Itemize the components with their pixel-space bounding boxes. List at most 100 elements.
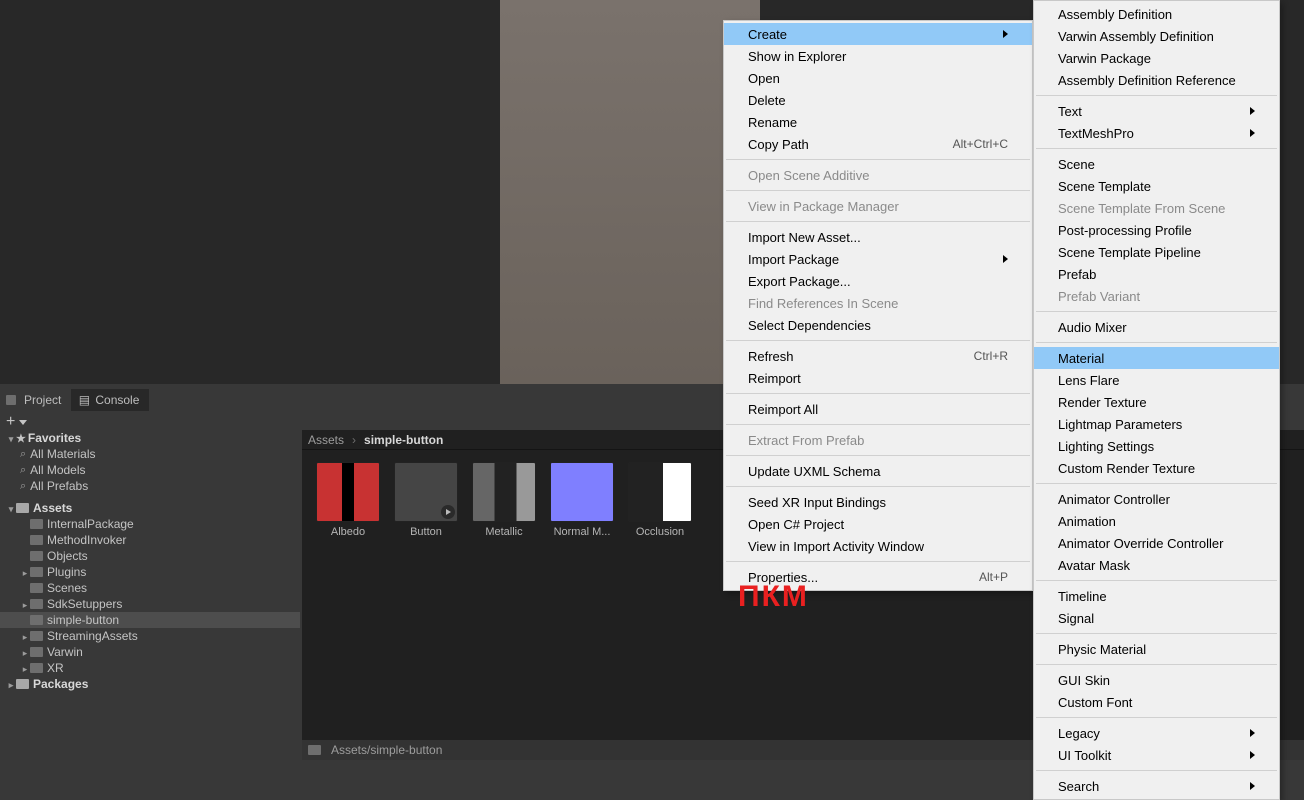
menu-item-audio-mixer[interactable]: Audio Mixer	[1034, 316, 1279, 338]
menu-item-timeline[interactable]: Timeline	[1034, 585, 1279, 607]
menu-item-assembly-definition[interactable]: Assembly Definition	[1034, 3, 1279, 25]
menu-item-reimport[interactable]: Reimport	[724, 367, 1032, 389]
folder-item-scenes[interactable]: Scenes	[0, 580, 300, 596]
menu-item-lighting-settings[interactable]: Lighting Settings	[1034, 435, 1279, 457]
panel-tabbar: Project ▤ Console	[0, 389, 149, 411]
menu-item-legacy[interactable]: Legacy	[1034, 722, 1279, 744]
menu-item-delete[interactable]: Delete	[724, 89, 1032, 111]
folder-item-sdksetuppers[interactable]: SdkSetuppers	[0, 596, 300, 612]
tree-label: All Prefabs	[30, 479, 88, 493]
folder-item-streamingassets[interactable]: StreamingAssets	[0, 628, 300, 644]
menu-item-textmeshpro[interactable]: TextMeshPro	[1034, 122, 1279, 144]
folder-item-methodinvoker[interactable]: MethodInvoker	[0, 532, 300, 548]
menu-item-label: Prefab Variant	[1058, 289, 1140, 304]
folder-item-xr[interactable]: XR	[0, 660, 300, 676]
folder-icon	[30, 519, 43, 529]
asset-occlusion[interactable]: Occlusion	[628, 462, 692, 538]
menu-item-render-texture[interactable]: Render Texture	[1034, 391, 1279, 413]
tree-label: All Models	[30, 463, 85, 477]
menu-item-gui-skin[interactable]: GUI Skin	[1034, 669, 1279, 691]
asset-metallic[interactable]: Metallic	[472, 462, 536, 538]
tab-project[interactable]: Project	[0, 389, 71, 411]
menu-item-custom-font[interactable]: Custom Font	[1034, 691, 1279, 713]
menu-item-open-c-project[interactable]: Open C# Project	[724, 513, 1032, 535]
menu-item-animation[interactable]: Animation	[1034, 510, 1279, 532]
favorites-item[interactable]: ⌕All Models	[0, 462, 300, 478]
menu-item-open[interactable]: Open	[724, 67, 1032, 89]
menu-item-label: Extract From Prefab	[748, 433, 864, 448]
menu-item-post-processing-profile[interactable]: Post-processing Profile	[1034, 219, 1279, 241]
breadcrumb-root[interactable]: Assets	[308, 433, 344, 447]
menu-item-search[interactable]: Search	[1034, 775, 1279, 797]
folder-item-plugins[interactable]: Plugins	[0, 564, 300, 580]
menu-item-reimport-all[interactable]: Reimport All	[724, 398, 1032, 420]
menu-item-scene-template-pipeline[interactable]: Scene Template Pipeline	[1034, 241, 1279, 263]
menu-item-seed-xr-input-bindings[interactable]: Seed XR Input Bindings	[724, 491, 1032, 513]
menu-item-select-dependencies[interactable]: Select Dependencies	[724, 314, 1032, 336]
menu-item-refresh[interactable]: RefreshCtrl+R	[724, 345, 1032, 367]
favorites-item[interactable]: ⌕All Materials	[0, 446, 300, 462]
tree-label: Scenes	[47, 581, 87, 595]
menu-item-varwin-package[interactable]: Varwin Package	[1034, 47, 1279, 69]
add-dropdown-icon[interactable]	[19, 420, 27, 425]
menu-item-lens-flare[interactable]: Lens Flare	[1034, 369, 1279, 391]
statusbar-path: Assets/simple-button	[331, 743, 442, 757]
menu-item-physic-material[interactable]: Physic Material	[1034, 638, 1279, 660]
folder-icon	[30, 551, 43, 561]
chevron-right-icon	[1250, 107, 1255, 115]
folder-icon	[30, 647, 43, 657]
favorites-header[interactable]: ★ Favorites	[0, 430, 300, 446]
menu-item-scene-template[interactable]: Scene Template	[1034, 175, 1279, 197]
menu-item-lightmap-parameters[interactable]: Lightmap Parameters	[1034, 413, 1279, 435]
menu-item-label: UI Toolkit	[1058, 748, 1111, 763]
menu-item-copy-path[interactable]: Copy PathAlt+Ctrl+C	[724, 133, 1032, 155]
menu-item-export-package[interactable]: Export Package...	[724, 270, 1032, 292]
menu-item-rename[interactable]: Rename	[724, 111, 1032, 133]
tree-label: StreamingAssets	[47, 629, 138, 643]
menu-separator	[1036, 770, 1277, 771]
folder-item-internalpackage[interactable]: InternalPackage	[0, 516, 300, 532]
menu-item-avatar-mask[interactable]: Avatar Mask	[1034, 554, 1279, 576]
folder-item-varwin[interactable]: Varwin	[0, 644, 300, 660]
tree-label: Packages	[33, 677, 88, 691]
menu-item-update-uxml-schema[interactable]: Update UXML Schema	[724, 460, 1032, 482]
asset-albedo[interactable]: Albedo	[316, 462, 380, 538]
packages-root[interactable]: Packages	[0, 676, 300, 692]
menu-item-label: TextMeshPro	[1058, 126, 1134, 141]
tree-label: SdkSetuppers	[47, 597, 122, 611]
menu-item-prefab[interactable]: Prefab	[1034, 263, 1279, 285]
tree-label: simple-button	[47, 613, 119, 627]
chevron-right-icon	[1003, 30, 1008, 38]
menu-item-import-package[interactable]: Import Package	[724, 248, 1032, 270]
folder-icon	[30, 599, 43, 609]
menu-item-import-new-asset[interactable]: Import New Asset...	[724, 226, 1032, 248]
tab-console[interactable]: ▤ Console	[71, 389, 149, 411]
menu-item-label: Search	[1058, 779, 1099, 794]
asset-thumbnail	[628, 462, 692, 522]
menu-item-scene[interactable]: Scene	[1034, 153, 1279, 175]
menu-item-varwin-assembly-definition[interactable]: Varwin Assembly Definition	[1034, 25, 1279, 47]
menu-item-animator-override-controller[interactable]: Animator Override Controller	[1034, 532, 1279, 554]
menu-item-signal[interactable]: Signal	[1034, 607, 1279, 629]
favorites-item[interactable]: ⌕All Prefabs	[0, 478, 300, 494]
menu-item-material[interactable]: Material	[1034, 347, 1279, 369]
asset-button[interactable]: Button	[394, 462, 458, 538]
folder-item-simple-button[interactable]: simple-button	[0, 612, 300, 628]
add-button[interactable]: +	[6, 413, 15, 431]
breadcrumb-current[interactable]: simple-button	[364, 433, 443, 447]
menu-item-view-in-import-activity-window[interactable]: View in Import Activity Window	[724, 535, 1032, 557]
tree-label: InternalPackage	[47, 517, 134, 531]
menu-item-assembly-definition-reference[interactable]: Assembly Definition Reference	[1034, 69, 1279, 91]
menu-item-ui-toolkit[interactable]: UI Toolkit	[1034, 744, 1279, 766]
menu-item-label: Avatar Mask	[1058, 558, 1130, 573]
menu-item-show-in-explorer[interactable]: Show in Explorer	[724, 45, 1032, 67]
menu-item-create[interactable]: Create	[724, 23, 1032, 45]
menu-item-animator-controller[interactable]: Animator Controller	[1034, 488, 1279, 510]
menu-item-view-in-package-manager: View in Package Manager	[724, 195, 1032, 217]
menu-item-text[interactable]: Text	[1034, 100, 1279, 122]
assets-root[interactable]: Assets	[0, 500, 300, 516]
asset-normalm[interactable]: Normal M...	[550, 462, 614, 538]
menu-item-custom-render-texture[interactable]: Custom Render Texture	[1034, 457, 1279, 479]
folder-item-objects[interactable]: Objects	[0, 548, 300, 564]
menu-item-prefab-variant: Prefab Variant	[1034, 285, 1279, 307]
